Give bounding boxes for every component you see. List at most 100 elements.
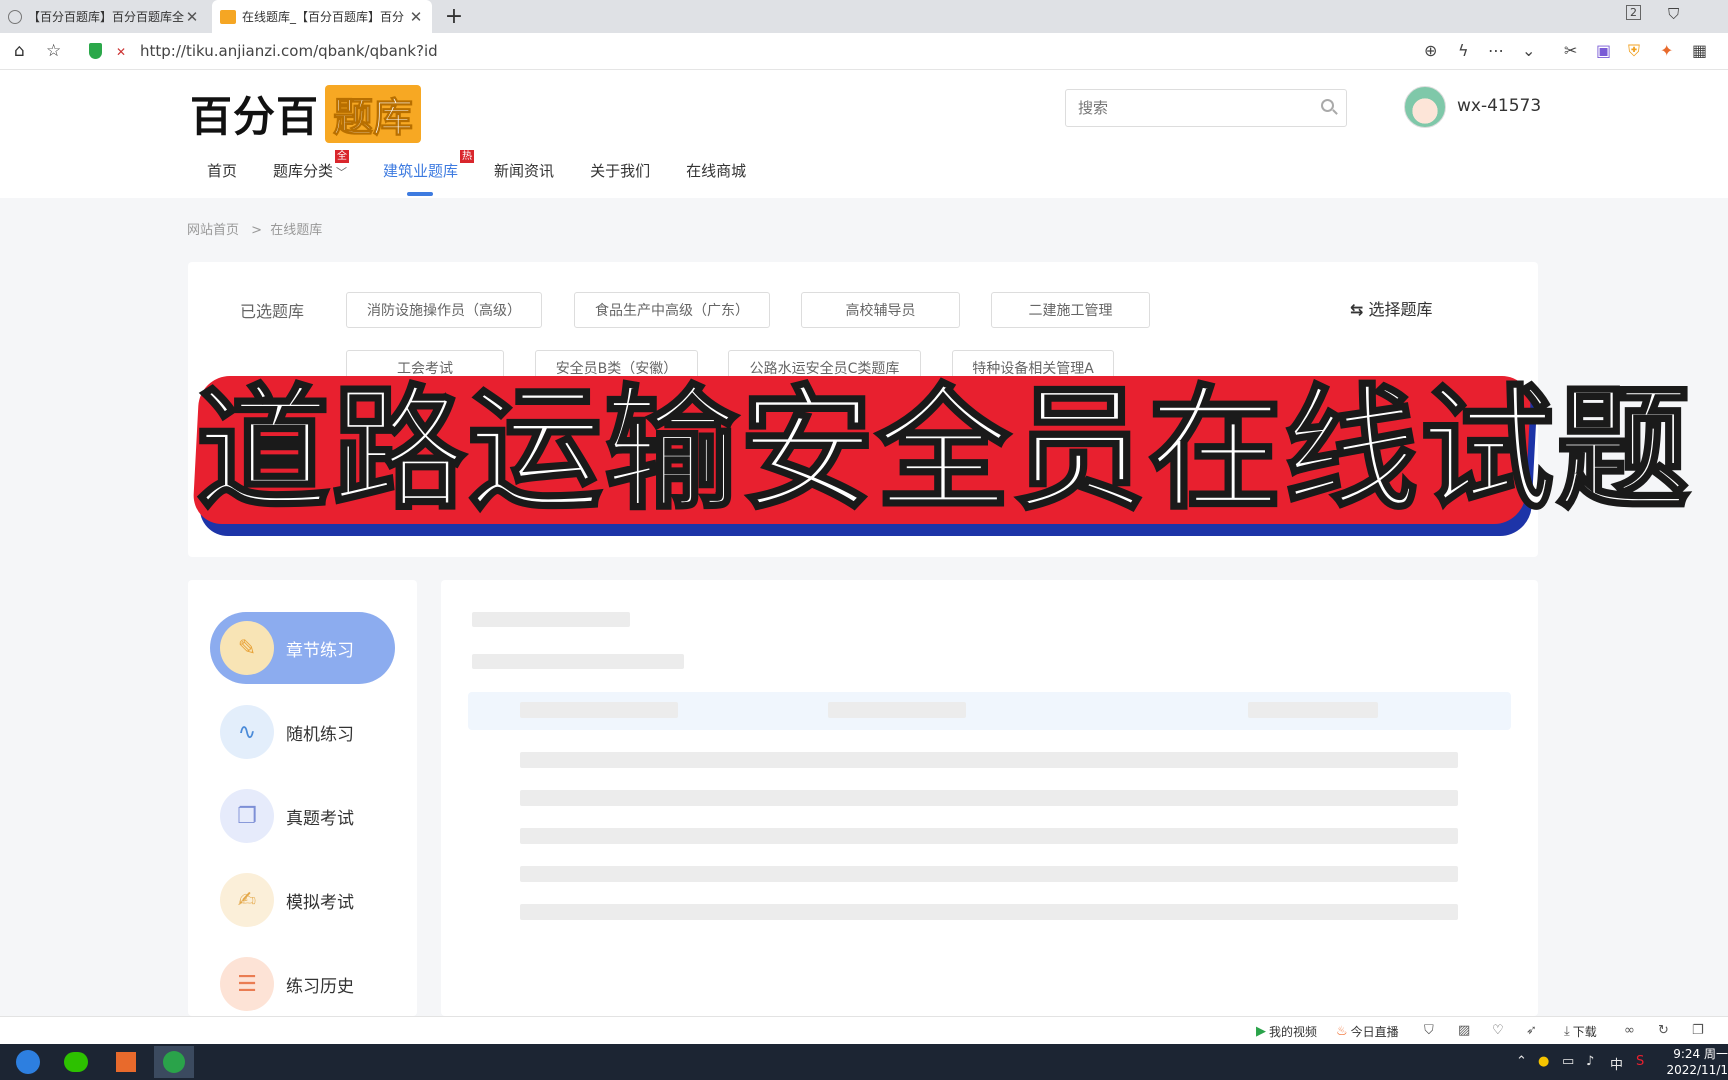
book-icon: ❐ xyxy=(220,789,274,843)
sidebar-item-label: 随机练习 xyxy=(286,724,354,745)
skeleton-line xyxy=(828,702,966,718)
bank-chip[interactable]: 高校辅导员 xyxy=(801,292,960,328)
search-icon[interactable] xyxy=(1321,99,1334,112)
title-banner: 道路运输安全员在线试题 xyxy=(192,375,1692,540)
selected-label: 已选题库 xyxy=(240,302,305,321)
window-icon[interactable]: ❐ xyxy=(1692,1023,1707,1038)
sidebar-item-label: 章节练习 xyxy=(286,640,354,661)
tab-count-badge[interactable]: 2 xyxy=(1626,5,1641,20)
nav-item-construction[interactable]: 建筑业题库 热 xyxy=(383,150,475,196)
flame-icon: ♨ xyxy=(1336,1024,1348,1039)
clock-date: 2022/11/1 xyxy=(1666,1063,1728,1077)
skeleton-line xyxy=(472,654,684,669)
taskbar-app-wechat[interactable] xyxy=(56,1046,96,1078)
nav-item-home[interactable]: 首页 xyxy=(207,160,237,190)
ime-indicator[interactable]: 中 xyxy=(1610,1054,1623,1073)
breadcrumb: 网站首页 > 在线题库 xyxy=(187,219,322,238)
tray-expand-icon[interactable]: ⌃ xyxy=(1516,1054,1527,1069)
sidebar-item-label: 练习历史 xyxy=(286,976,354,997)
heart-icon[interactable]: ♡ xyxy=(1492,1023,1507,1038)
breadcrumb-home[interactable]: 网站首页 xyxy=(187,223,239,238)
shield-icon[interactable] xyxy=(89,43,102,59)
favicon-icon xyxy=(220,9,236,24)
bank-chip[interactable]: 二建施工管理 xyxy=(991,292,1150,328)
sidebar-item-chapter-practice[interactable]: ✎ 章节练习 xyxy=(210,612,395,684)
os-taskbar: ⌃ ● ▭ ♪ 中 S 9:24 周一 2022/11/1 xyxy=(0,1044,1728,1080)
taskbar-app-browser[interactable] xyxy=(8,1046,48,1078)
skeleton-line xyxy=(520,702,678,718)
content-panel xyxy=(441,580,1538,1016)
glasses-icon[interactable]: ∞ xyxy=(1624,1023,1638,1038)
bank-chip[interactable]: 食品生产中高级（广东） xyxy=(574,292,770,328)
live-today-button[interactable]: ♨ 今日直播 xyxy=(1336,1023,1399,1040)
heartbeat-icon: ♡ xyxy=(1492,1023,1504,1038)
volume-icon[interactable]: ♪ xyxy=(1586,1054,1594,1069)
sidebar-item-label: 模拟考试 xyxy=(286,892,354,913)
sidebar-item-history[interactable]: ☰ 练习历史 xyxy=(210,948,395,1020)
my-video-button[interactable]: ▶ 我的视频 xyxy=(1256,1023,1317,1040)
nav-item-news[interactable]: 新闻资讯 xyxy=(494,160,554,190)
browser-tab[interactable]: 【百分百题库】百分百题库全 ✕ xyxy=(0,0,208,33)
skeleton-line xyxy=(520,828,1458,844)
tray-app-icon[interactable]: ● xyxy=(1538,1054,1549,1069)
rocket-glyph-icon: ➶ xyxy=(1526,1023,1537,1038)
bank-chip[interactable]: 消防设施操作员（高级） xyxy=(346,292,542,328)
download-icon: ⤓ xyxy=(1564,1024,1570,1039)
taskbar-app-media[interactable] xyxy=(106,1046,146,1078)
taskbar-app-active[interactable] xyxy=(154,1046,194,1078)
insecure-icon[interactable]: ✕ xyxy=(116,45,126,59)
logo-badge: 题库 xyxy=(325,84,422,143)
download-label: 下载 xyxy=(1572,1025,1597,1039)
practice-sidebar: ✎ 章节练习 ∿ 随机练习 ❐ 真题考试 ✍ 模拟考试 ☰ 练习历史 xyxy=(188,580,417,1016)
sidebar-item-random-practice[interactable]: ∿ 随机练习 xyxy=(210,696,395,768)
shield-badge-icon[interactable]: ⛨ xyxy=(1628,41,1640,61)
nav-item-categories[interactable]: 题库分类 ﹀ 全 xyxy=(273,150,350,190)
refresh-icon[interactable]: ↻ xyxy=(1658,1023,1672,1038)
switch-bank-button[interactable]: ⇆ 选择题库 xyxy=(1350,296,1433,320)
edit-doc-icon: ✍ xyxy=(220,873,274,927)
download-button[interactable]: ⤓ 下载 xyxy=(1564,1023,1597,1040)
close-icon[interactable]: ✕ xyxy=(184,8,200,26)
breadcrumb-separator: > xyxy=(251,223,263,238)
nav-label: 新闻资讯 xyxy=(494,162,555,180)
favorites-star-icon[interactable]: ☆ xyxy=(46,41,61,61)
picture-icon: ▨ xyxy=(1458,1023,1471,1038)
clock-time: 9:24 周一 xyxy=(1673,1047,1728,1061)
avatar[interactable] xyxy=(1404,86,1446,128)
sogou-browser-icon xyxy=(16,1050,40,1074)
shirt-icon[interactable]: ⛉ xyxy=(1668,5,1679,23)
browser-tab-strip: 【百分百题库】百分百题库全 ✕ 在线题库_【百分百题库】百分 ✕ + 2 ⛉ xyxy=(0,0,1728,33)
game-icon[interactable]: ✦ xyxy=(1660,41,1673,60)
translate-icon[interactable]: ▣ xyxy=(1596,41,1611,60)
search-box[interactable] xyxy=(1065,89,1347,127)
network-icon[interactable]: ▭ xyxy=(1562,1054,1574,1069)
skeleton-line xyxy=(520,904,1458,920)
sidebar-item-real-exam[interactable]: ❐ 真题考试 xyxy=(210,780,395,852)
search-input[interactable] xyxy=(1066,90,1296,126)
url-field[interactable]: http://tiku.anjianzi.com/qbank/qbank?id xyxy=(140,42,438,60)
system-clock[interactable]: 9:24 周一 2022/11/1 xyxy=(1664,1046,1728,1078)
browser-tab-active[interactable]: 在线题库_【百分百题库】百分 ✕ xyxy=(212,0,432,33)
globe-icon xyxy=(8,9,22,24)
sidebar-item-mock-exam[interactable]: ✍ 模拟考试 xyxy=(210,864,395,936)
image-icon[interactable]: ▨ xyxy=(1458,1023,1473,1038)
security-icon[interactable]: ⛉ xyxy=(1424,1023,1437,1038)
username[interactable]: wx-41573 xyxy=(1457,96,1541,116)
rocket-icon[interactable]: ➶ xyxy=(1526,1023,1540,1038)
new-tab-button[interactable]: + xyxy=(440,4,468,29)
sogou-ime-icon[interactable]: S xyxy=(1636,1054,1644,1069)
nav-label: 关于我们 xyxy=(590,162,651,180)
nav-item-about[interactable]: 关于我们 xyxy=(590,160,650,190)
zoom-icon[interactable]: ⊕ xyxy=(1424,41,1437,60)
close-icon[interactable]: ✕ xyxy=(408,8,424,26)
scissors-icon[interactable]: ✂ xyxy=(1564,41,1577,60)
more-icon[interactable]: ⋯ xyxy=(1488,41,1504,60)
site-logo[interactable]: 百分百 题库 xyxy=(190,83,422,144)
nav-item-mall[interactable]: 在线商城 xyxy=(686,160,746,190)
chevron-down-icon[interactable]: ⌄ xyxy=(1522,41,1535,60)
home-icon[interactable]: ⌂ xyxy=(14,41,25,61)
lightning-icon[interactable]: ϟ xyxy=(1458,41,1469,60)
apps-grid-icon[interactable]: ▦ xyxy=(1692,41,1707,60)
nav-label: 在线商城 xyxy=(686,162,747,180)
skeleton-line xyxy=(520,866,1458,882)
